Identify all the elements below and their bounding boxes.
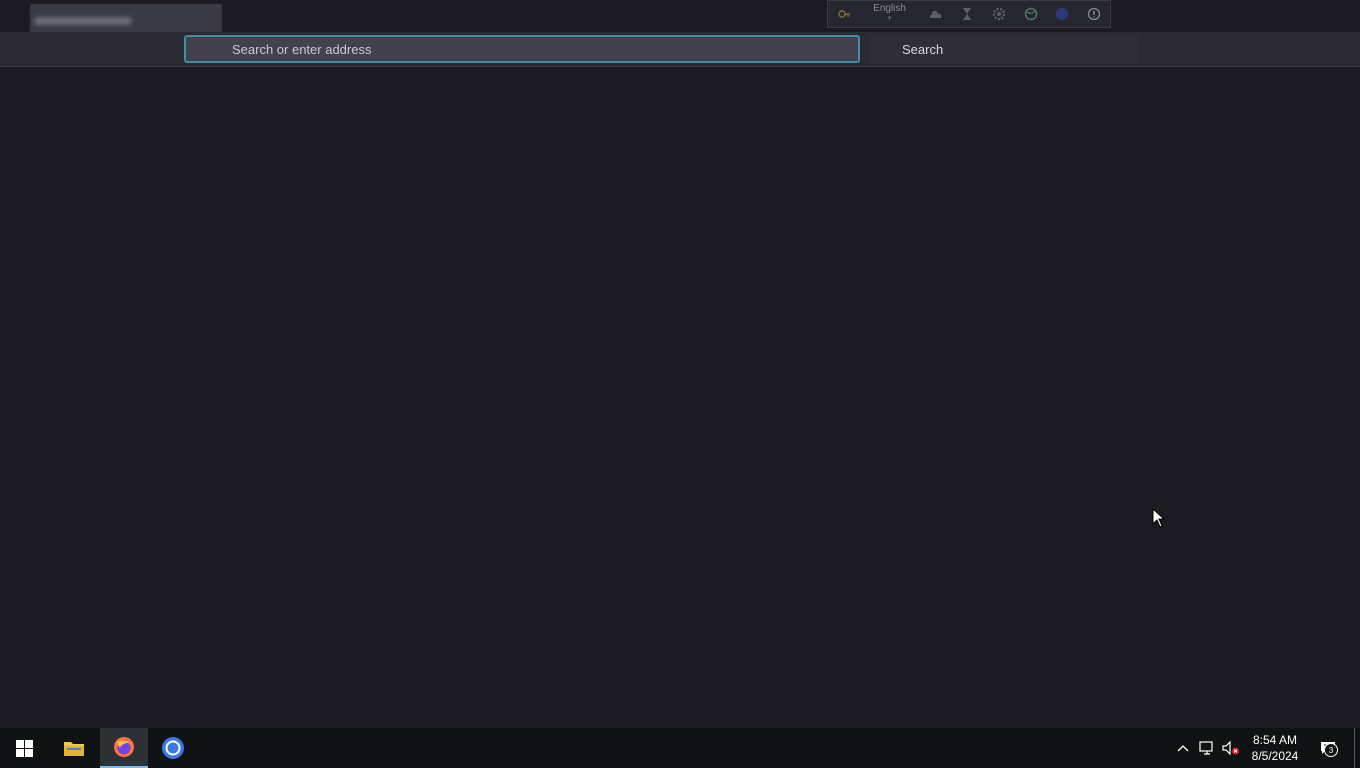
gear-icon[interactable] — [983, 0, 1015, 28]
file-explorer-button[interactable] — [50, 728, 98, 768]
floating-toolbar: English ▼ — [827, 0, 1111, 28]
chevron-down-icon: ▼ — [886, 16, 893, 22]
mouse-cursor-icon — [1152, 508, 1166, 528]
navigation-bar: Search — [0, 32, 1360, 67]
title-strip — [0, 0, 1360, 38]
notification-count-badge: 3 — [1324, 743, 1338, 757]
chrome-button[interactable] — [149, 728, 197, 768]
search-button[interactable]: Search — [870, 35, 1138, 63]
chevron-up-icon[interactable] — [1173, 728, 1193, 768]
windows-icon — [15, 739, 33, 757]
start-button[interactable] — [0, 728, 48, 768]
info-icon[interactable] — [1078, 0, 1110, 28]
taskbar: 8:54 AM 8/5/2024 3 — [0, 728, 1360, 768]
language-selector[interactable]: English ▼ — [860, 0, 920, 28]
tab-title — [34, 17, 132, 25]
clock-date: 8/5/2024 — [1251, 749, 1299, 763]
network-icon[interactable] — [1196, 728, 1218, 768]
notifications-button[interactable]: 3 — [1316, 728, 1340, 768]
show-desktop-divider[interactable] — [1354, 728, 1355, 768]
key-icon[interactable] — [828, 0, 860, 28]
system-clock[interactable]: 8:54 AM 8/5/2024 — [1244, 728, 1306, 768]
volume-muted-icon[interactable] — [1220, 728, 1242, 768]
firefox-icon — [114, 737, 134, 757]
firefox-button[interactable] — [100, 728, 148, 768]
globe-icon[interactable] — [1015, 0, 1047, 28]
clock-time: 8:54 AM — [1252, 733, 1298, 747]
url-bar[interactable] — [184, 35, 860, 63]
help-icon[interactable] — [1046, 0, 1078, 28]
chrome-icon — [162, 737, 184, 759]
hourglass-icon[interactable] — [951, 0, 983, 28]
cloud-icon[interactable] — [919, 0, 951, 28]
search-button-label: Search — [902, 41, 944, 57]
language-label: English — [873, 3, 906, 14]
url-input[interactable] — [230, 40, 858, 58]
page-content — [0, 67, 1360, 728]
folder-icon — [64, 742, 84, 756]
